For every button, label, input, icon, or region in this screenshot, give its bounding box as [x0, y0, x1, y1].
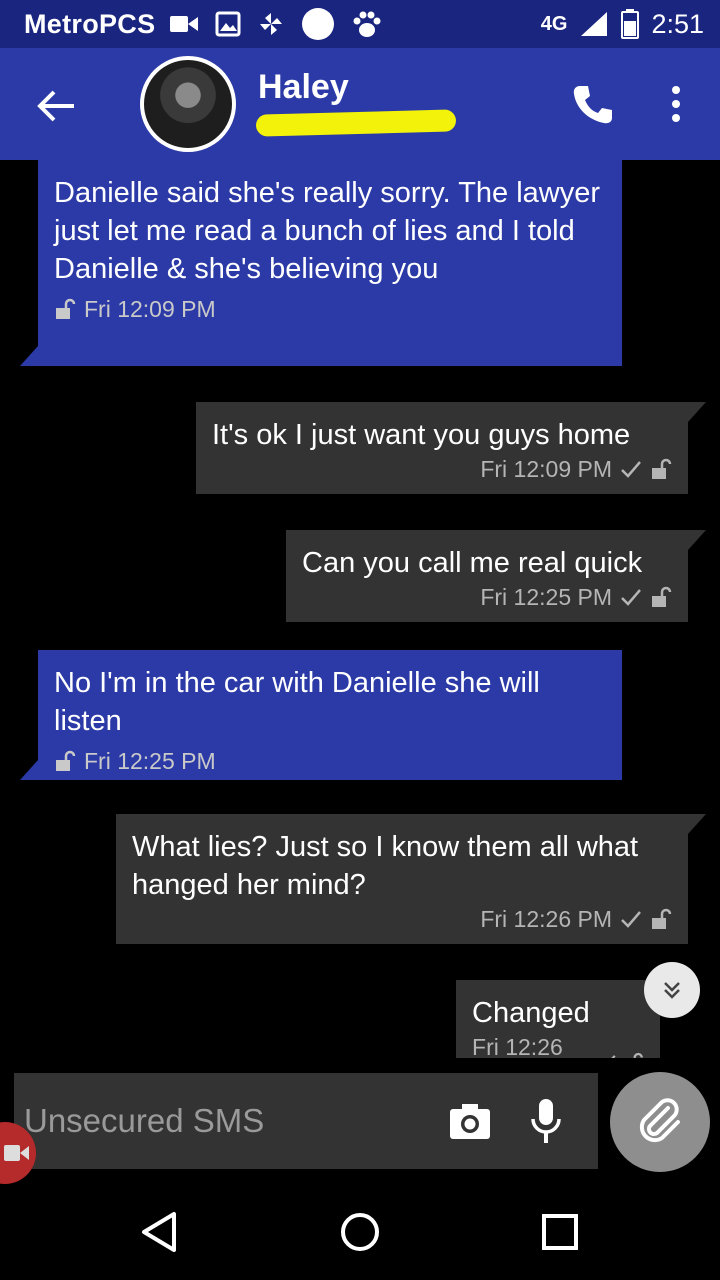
message-text: Can you call me real quick: [302, 547, 643, 579]
message-time: Fri 12:25 PM: [480, 584, 612, 610]
bubble-tail: [688, 530, 706, 550]
message-bubble-outgoing[interactable]: It's ok I just want you guys home Fri 12…: [196, 402, 706, 494]
unlocked-icon: [56, 750, 76, 771]
home-nav-icon[interactable]: [336, 1208, 384, 1256]
delivered-check-icon: [621, 461, 641, 478]
message-bubble-outgoing[interactable]: Changed Fri 12:26 PM: [456, 980, 660, 1058]
unlocked-icon: [56, 298, 76, 319]
message-time: Fri 12:26 PM: [472, 1034, 563, 1058]
bubble-tail: [20, 346, 38, 366]
attach-button[interactable]: [610, 1072, 710, 1172]
message-text: What lies? Just so I know them all what …: [132, 831, 639, 901]
message-text: No I'm in the car with Danielle she will…: [54, 667, 540, 737]
phone-call-icon[interactable]: [570, 82, 614, 126]
battery-icon: [621, 9, 640, 39]
signal-icon: [581, 12, 608, 36]
bubble-tail: [688, 814, 706, 834]
notification-icons: [169, 7, 383, 41]
delivered-check-icon: [611, 1055, 616, 1058]
carrier-label: MetroPCS: [24, 8, 156, 39]
unlocked-icon: [652, 458, 672, 479]
message-meta: Fri 12:26 PM: [132, 904, 672, 934]
message-meta: Fri 12:09 PM: [54, 294, 606, 324]
scroll-to-bottom-button[interactable]: [644, 962, 700, 1018]
circle-icon: [302, 8, 335, 40]
delivered-check-icon: [621, 911, 641, 928]
delivered-check-icon: [621, 589, 641, 606]
bubble-tail: [688, 402, 706, 422]
back-nav-icon[interactable]: [136, 1208, 184, 1256]
message-bubble-outgoing[interactable]: Can you call me real quick Fri 12:25 PM: [286, 530, 706, 622]
message-text: Changed: [472, 997, 590, 1029]
microphone-icon[interactable]: [526, 1097, 566, 1145]
unlocked-icon: [652, 586, 672, 607]
message-meta: Fri 12:25 PM: [54, 746, 606, 776]
message-meta: Fri 12:09 PM: [212, 454, 672, 484]
message-text: Danielle said she's really sorry. The la…: [54, 177, 601, 285]
message-time: Fri 12:09 PM: [480, 456, 612, 482]
video-camera-icon: [4, 1145, 29, 1161]
conversation-header: Haley: [0, 48, 720, 160]
camera-icon[interactable]: [448, 1099, 492, 1143]
network-type: 4G: [540, 12, 568, 35]
contact-avatar[interactable]: [140, 56, 236, 152]
back-arrow-icon[interactable]: [34, 84, 78, 128]
video-call-icon: [170, 16, 199, 32]
paw-icon: [353, 11, 381, 37]
message-bubble-outgoing[interactable]: What lies? Just so I know them all what …: [116, 814, 706, 944]
gallery-icon: [215, 11, 241, 37]
avatar-photo: [144, 60, 232, 148]
clock: 2:51: [651, 8, 704, 39]
message-composer: [14, 1073, 598, 1169]
double-chevron-down-icon: [664, 982, 680, 999]
message-meta: Fri 12:26 PM: [472, 1032, 644, 1058]
message-meta: Fri 12:25 PM: [302, 582, 672, 612]
unlocked-icon: [634, 1052, 644, 1058]
redaction-highlight: [255, 109, 457, 137]
message-time: Fri 12:25 PM: [84, 748, 216, 774]
system-status: 4G 2:51: [541, 9, 704, 40]
message-bubble-incoming[interactable]: No I'm in the car with Danielle she will…: [20, 650, 622, 780]
message-bubble-incoming[interactable]: Danielle said she's really sorry. The la…: [20, 160, 622, 366]
message-text: It's ok I just want you guys home: [212, 419, 631, 451]
status-bar: MetroPCS 4G 2:51: [0, 0, 720, 48]
recents-nav-icon[interactable]: [536, 1208, 584, 1256]
pinwheel-icon: [260, 13, 283, 35]
message-time: Fri 12:09 PM: [84, 296, 216, 322]
more-options-icon[interactable]: [664, 82, 688, 126]
system-navigation-bar: [0, 1184, 720, 1280]
unlocked-icon: [652, 908, 672, 929]
message-time: Fri 12:26 PM: [480, 906, 612, 932]
contact-name[interactable]: Haley: [258, 68, 349, 107]
message-input[interactable]: [24, 1097, 424, 1145]
bubble-tail: [20, 760, 38, 780]
paperclip-icon: [639, 1098, 680, 1143]
